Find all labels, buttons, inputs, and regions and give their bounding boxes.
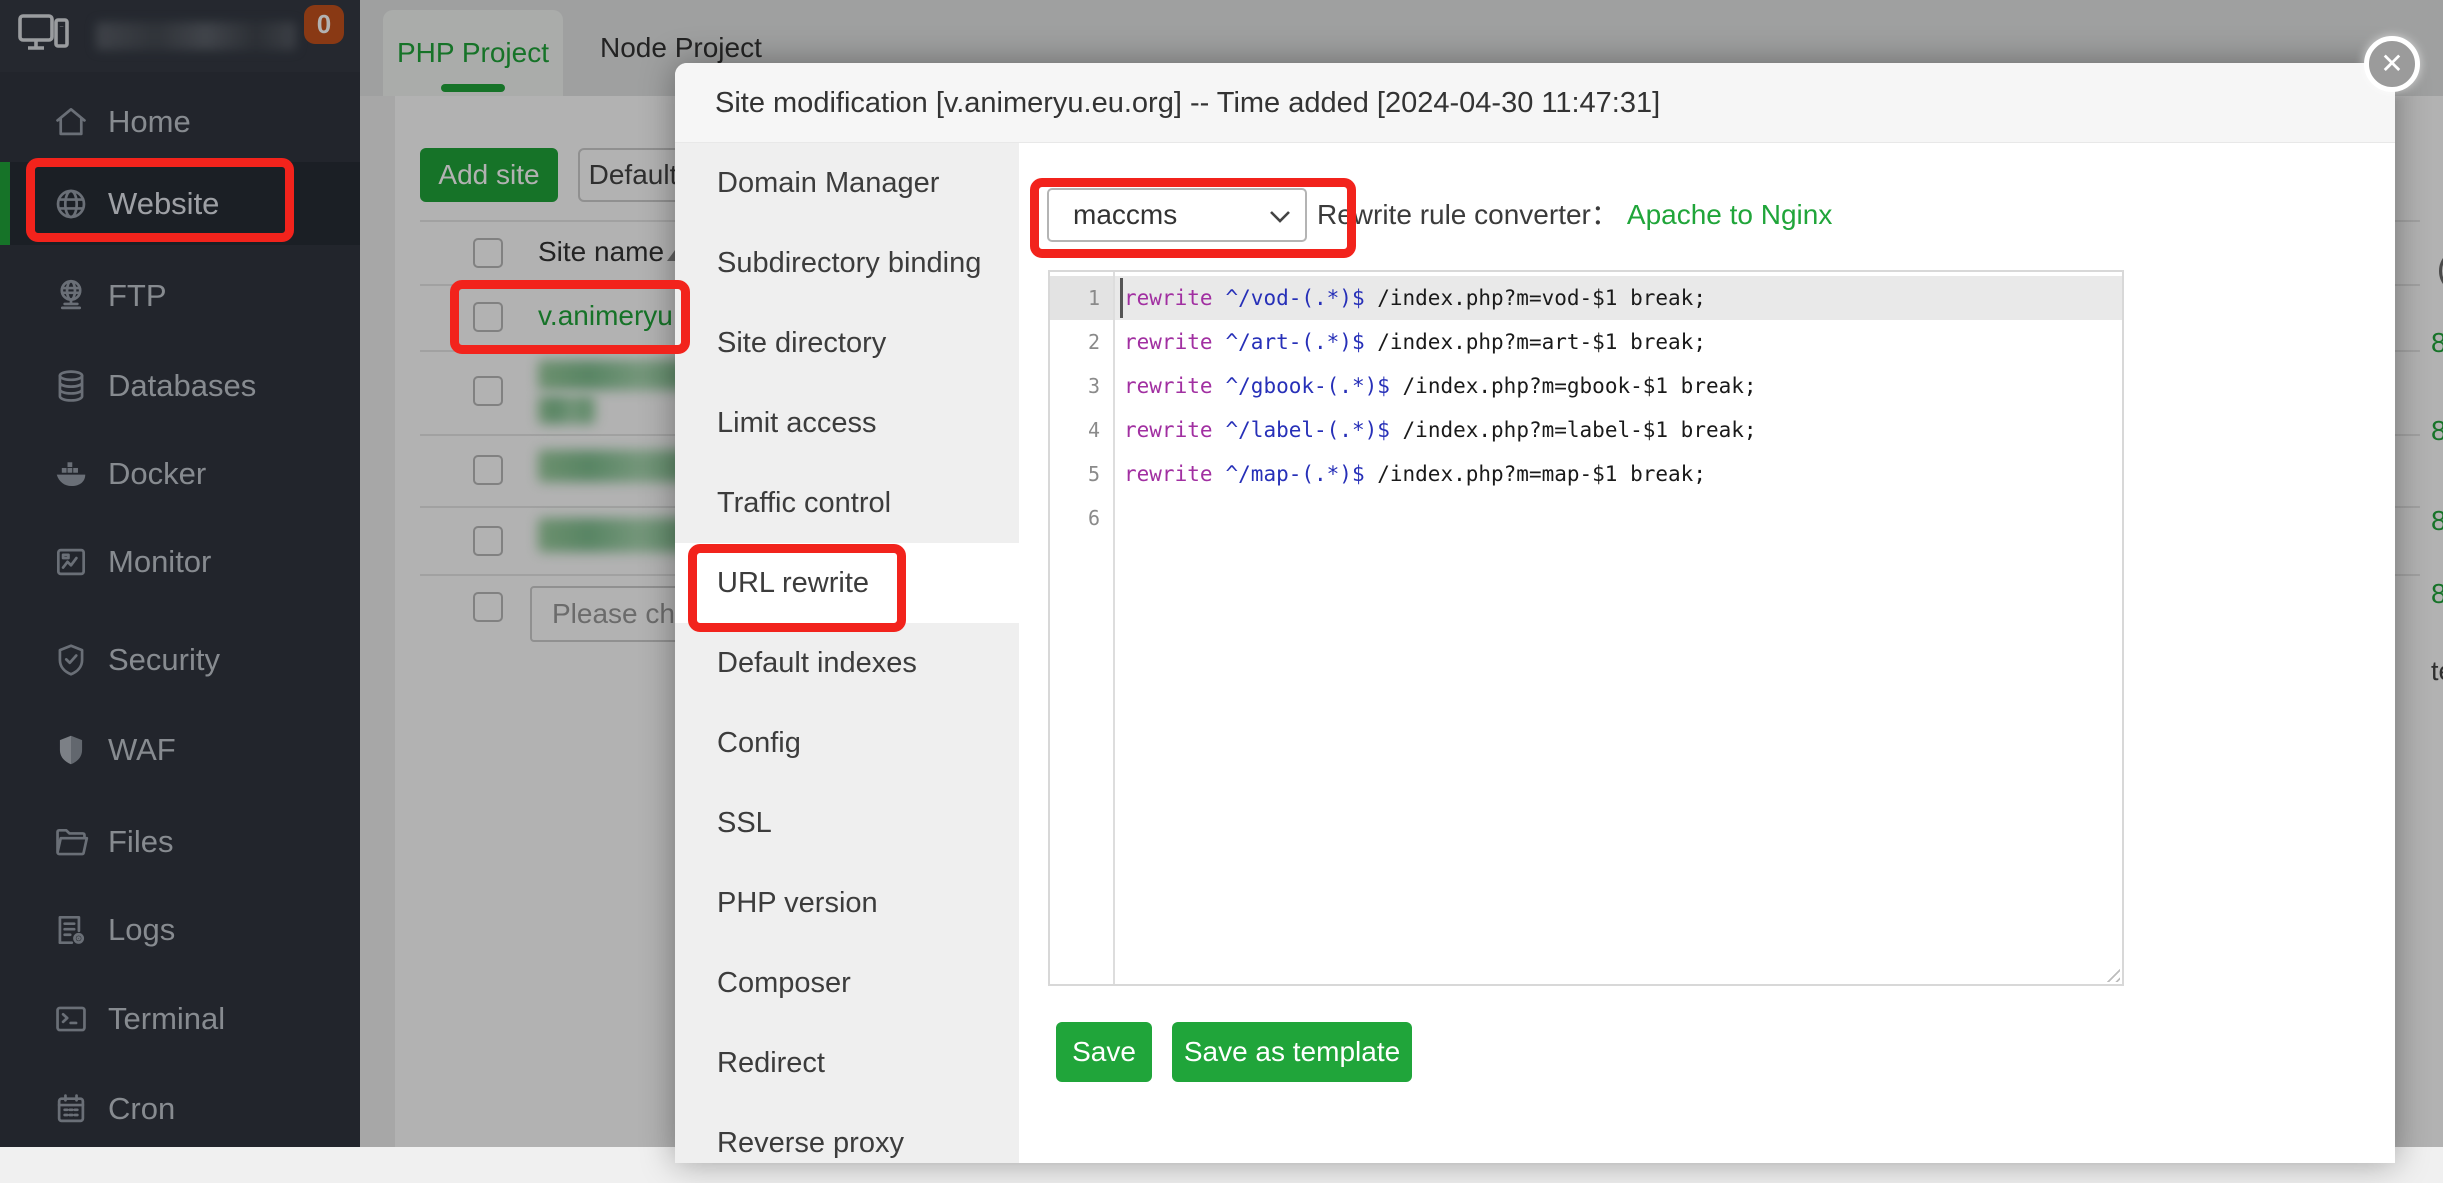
text-cursor: [1120, 278, 1123, 318]
converter-row: Rewrite rule converter： Apache to Nginx: [1317, 188, 1832, 242]
line-number: 3: [1050, 364, 1100, 408]
line-number: 5: [1050, 452, 1100, 496]
code-line: rewrite^/label-(.*)$ /index.php?m=label-…: [1124, 408, 1757, 452]
menu-item-ssl[interactable]: SSL: [675, 783, 1019, 863]
save-as-template-button[interactable]: Save as template: [1172, 1022, 1412, 1082]
chevron-down-icon: [1269, 210, 1291, 224]
modal-menu: Domain Manager Subdirectory binding Site…: [675, 143, 1019, 1163]
menu-item-redirect[interactable]: Redirect: [675, 1023, 1019, 1103]
menu-item-composer[interactable]: Composer: [675, 943, 1019, 1023]
line-number: 1: [1050, 276, 1100, 320]
code-line: rewrite^/map-(.*)$ /index.php?m=map-$1 b…: [1124, 452, 1706, 496]
menu-item-domain-manager[interactable]: Domain Manager: [675, 143, 1019, 223]
menu-item-url-rewrite[interactable]: URL rewrite: [675, 543, 1019, 623]
modal-close-icon[interactable]: ✕: [2364, 36, 2420, 92]
site-modification-modal: Site modification [v.animeryu.eu.org] --…: [675, 63, 2395, 1163]
menu-item-config[interactable]: Config: [675, 703, 1019, 783]
menu-item-traffic-control[interactable]: Traffic control: [675, 463, 1019, 543]
converter-label: Rewrite rule converter：: [1317, 199, 1619, 230]
line-number: 6: [1050, 496, 1100, 540]
modal-title: Site modification [v.animeryu.eu.org] --…: [715, 63, 1660, 143]
gutter-divider: [1114, 272, 1115, 984]
modal-header: Site modification [v.animeryu.eu.org] --…: [675, 63, 2395, 143]
menu-item-reverse-proxy[interactable]: Reverse proxy: [675, 1103, 1019, 1183]
rewrite-template-select[interactable]: maccms: [1047, 188, 1307, 242]
line-number: 4: [1050, 408, 1100, 452]
line-number: 2: [1050, 320, 1100, 364]
menu-item-subdirectory-binding[interactable]: Subdirectory binding: [675, 223, 1019, 303]
menu-item-default-indexes[interactable]: Default indexes: [675, 623, 1019, 703]
apache-to-nginx-link[interactable]: Apache to Nginx: [1627, 199, 1832, 230]
menu-item-limit-access[interactable]: Limit access: [675, 383, 1019, 463]
editor-resize-grip[interactable]: [2102, 964, 2120, 982]
line-number-gutter: 1 2 3 4 5 6: [1050, 272, 1114, 984]
code-line: rewrite^/art-(.*)$ /index.php?m=art-$1 b…: [1124, 320, 1706, 364]
save-button[interactable]: Save: [1056, 1022, 1152, 1082]
menu-item-php-version[interactable]: PHP version: [675, 863, 1019, 943]
selected-template-value: maccms: [1073, 190, 1177, 240]
menu-item-site-directory[interactable]: Site directory: [675, 303, 1019, 383]
code-line: rewrite^/vod-(.*)$ /index.php?m=vod-$1 b…: [1124, 276, 1706, 320]
rewrite-rule-editor[interactable]: 1 2 3 4 5 6 rewrite^/vod-(.*)$ /index.ph…: [1048, 270, 2124, 986]
code-line: rewrite^/gbook-(.*)$ /index.php?m=gbook-…: [1124, 364, 1757, 408]
